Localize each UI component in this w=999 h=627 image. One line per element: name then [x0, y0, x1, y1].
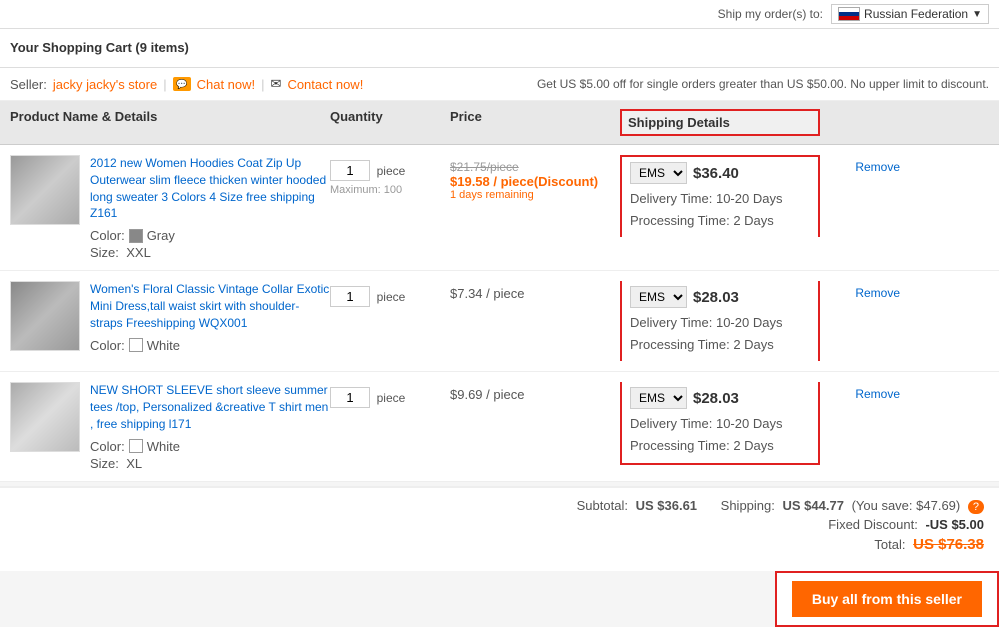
- summary-area: Subtotal: US $36.61 Shipping: US $44.77 …: [0, 486, 999, 571]
- color-swatch-white-2: [129, 338, 143, 352]
- envelope-icon: ✉: [271, 76, 282, 92]
- seller-link[interactable]: jacky jacky's store: [53, 77, 157, 92]
- buy-all-button[interactable]: Buy all from this seller: [792, 581, 982, 617]
- qty-cell-2: piece: [330, 281, 450, 307]
- product-color-1: Color: Gray: [90, 228, 330, 243]
- qty-unit-2: piece: [377, 290, 406, 304]
- original-price-1: $21.75/piece: [450, 160, 620, 174]
- shipping-price-1: $36.40: [693, 165, 739, 182]
- regular-price-3: $9.69 / piece: [450, 387, 524, 402]
- qty-input-1[interactable]: [330, 160, 370, 181]
- qty-cell-3: piece: [330, 382, 450, 408]
- col-action: [820, 109, 900, 136]
- action-cell-2: Remove: [820, 281, 900, 300]
- total-line: Total: US $76.38: [15, 536, 984, 553]
- col-product: Product Name & Details: [10, 109, 330, 136]
- product-info-1: 2012 new Women Hoodies Coat Zip Up Outer…: [10, 155, 330, 260]
- product-color-3: Color: White: [90, 439, 330, 454]
- separator-1: |: [163, 77, 166, 92]
- seller-label: Seller:: [10, 77, 47, 92]
- shipping-method-select-3[interactable]: EMS: [630, 387, 687, 409]
- top-bar: Ship my order(s) to: Russian Federation …: [0, 0, 999, 29]
- table-header: Product Name & Details Quantity Price Sh…: [0, 101, 999, 145]
- col-shipping: Shipping Details: [620, 109, 820, 136]
- shipping-detail-3: Delivery Time: 10-20 Days Processing Tim…: [630, 413, 810, 457]
- price-cell-2: $7.34 / piece: [450, 281, 620, 301]
- total-value: US $76.38: [913, 536, 984, 553]
- regular-price-2: $7.34 / piece: [450, 286, 524, 301]
- color-swatch-white-3: [129, 439, 143, 453]
- country-selector[interactable]: Russian Federation ▼: [831, 4, 989, 24]
- shipping-method-select-1[interactable]: EMS: [630, 162, 687, 184]
- chevron-down-icon: ▼: [972, 9, 982, 20]
- shipping-cell-3: EMS $28.03 Delivery Time: 10-20 Days Pro…: [620, 382, 820, 464]
- remove-link-3[interactable]: Remove: [855, 387, 900, 401]
- qty-max-1: Maximum: 100: [330, 184, 450, 196]
- discount-price-1: $19.58 / piece(Discount): [450, 174, 620, 189]
- chat-icon: 💬: [173, 77, 191, 91]
- fixed-discount-line: Fixed Discount: -US $5.00: [15, 517, 984, 532]
- col-quantity: Quantity: [330, 109, 450, 136]
- shipping-method-select-2[interactable]: EMS: [630, 286, 687, 308]
- shipping-cell-2: EMS $28.03 Delivery Time: 10-20 Days Pro…: [620, 281, 820, 361]
- seller-bar: Seller: jacky jacky's store | 💬 Chat now…: [0, 68, 999, 101]
- col-price: Price: [450, 109, 620, 136]
- country-name: Russian Federation: [864, 7, 968, 21]
- page-header: Your Shopping Cart (9 items): [0, 29, 999, 68]
- shipping-price-2: $28.03: [693, 289, 739, 306]
- shipping-select-price-2: EMS $28.03: [630, 286, 810, 308]
- product-thumbnail-3: [10, 382, 80, 452]
- shipping-cell-1: EMS $36.40 Delivery Time: 10-20 Days Pro…: [620, 155, 820, 237]
- qty-input-2[interactable]: [330, 286, 370, 307]
- product-size-3: Size: XL: [90, 456, 330, 471]
- subtotal-line: Subtotal: US $36.61 Shipping: US $44.77 …: [15, 498, 984, 513]
- product-info-3: NEW SHORT SLEEVE short sleeve summer tee…: [10, 382, 330, 470]
- remaining-1: 1 days remaining: [450, 189, 620, 201]
- contact-now-link[interactable]: Contact now!: [287, 77, 363, 92]
- shipping-select-price-3: EMS $28.03: [630, 387, 810, 409]
- shipping-detail-2: Delivery Time: 10-20 Days Processing Tim…: [630, 312, 810, 356]
- action-cell-3: Remove: [820, 382, 900, 401]
- chat-now-link[interactable]: Chat now!: [197, 77, 256, 92]
- separator-2: |: [261, 77, 264, 92]
- cart-table: Product Name & Details Quantity Price Sh…: [0, 101, 999, 482]
- table-row: 2012 new Women Hoodies Coat Zip Up Outer…: [0, 145, 999, 271]
- product-thumbnail-1: [10, 155, 80, 225]
- ship-label: Ship my order(s) to:: [718, 7, 823, 21]
- shipping-detail-1: Delivery Time: 10-20 Days Processing Tim…: [630, 188, 810, 232]
- product-thumbnail-2: [10, 281, 80, 351]
- table-row: NEW SHORT SLEEVE short sleeve summer tee…: [0, 372, 999, 481]
- product-details-3: NEW SHORT SLEEVE short sleeve summer tee…: [90, 382, 330, 470]
- shipping-select-price-1: EMS $36.40: [630, 162, 810, 184]
- product-title-3[interactable]: NEW SHORT SLEEVE short sleeve summer tee…: [90, 382, 330, 432]
- product-title-1[interactable]: 2012 new Women Hoodies Coat Zip Up Outer…: [90, 155, 330, 222]
- price-cell-1: $21.75/piece $19.58 / piece(Discount) 1 …: [450, 155, 620, 201]
- product-info-2: Women's Floral Classic Vintage Collar Ex…: [10, 281, 330, 352]
- product-size-1: Size: XXL: [90, 245, 330, 260]
- remove-link-2[interactable]: Remove: [855, 286, 900, 300]
- color-swatch-gray: [129, 229, 143, 243]
- discount-notice: Get US $5.00 off for single orders great…: [537, 77, 989, 91]
- flag-icon: [838, 7, 860, 21]
- qty-unit-3: piece: [377, 391, 406, 405]
- qty-unit-1: piece: [377, 164, 406, 178]
- product-details-1: 2012 new Women Hoodies Coat Zip Up Outer…: [90, 155, 330, 260]
- remove-link-1[interactable]: Remove: [855, 160, 900, 174]
- price-cell-3: $9.69 / piece: [450, 382, 620, 402]
- product-color-2: Color: White: [90, 338, 330, 353]
- buy-button-container: Buy all from this seller: [775, 571, 999, 627]
- product-title-2[interactable]: Women's Floral Classic Vintage Collar Ex…: [90, 281, 330, 331]
- save-badge[interactable]: ?: [968, 500, 984, 514]
- product-details-2: Women's Floral Classic Vintage Collar Ex…: [90, 281, 330, 352]
- shipping-price-3: $28.03: [693, 390, 739, 407]
- table-row: Women's Floral Classic Vintage Collar Ex…: [0, 271, 999, 372]
- qty-cell-1: piece Maximum: 100: [330, 155, 450, 196]
- action-cell-1: Remove: [820, 155, 900, 174]
- qty-input-3[interactable]: [330, 387, 370, 408]
